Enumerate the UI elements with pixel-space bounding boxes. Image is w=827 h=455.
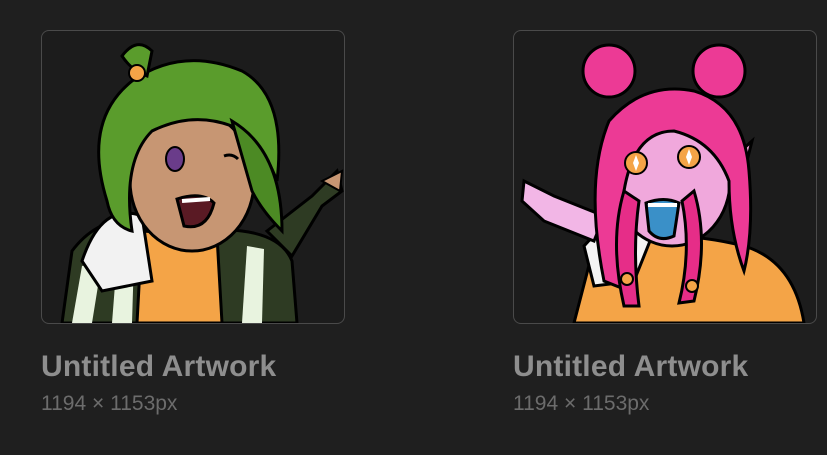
artwork-title[interactable]: Untitled Artwork — [41, 350, 345, 384]
artwork-gallery: Untitled Artwork 1194 × 1153px Untitled … — [0, 0, 827, 455]
artwork-title[interactable]: Untitled Artwork — [513, 350, 817, 384]
artwork-thumbnail[interactable] — [513, 30, 817, 324]
pink-haired-character-illustration — [520, 43, 806, 323]
artwork-dimensions: 1194 × 1153px — [41, 392, 178, 415]
artwork-tile[interactable]: Untitled Artwork 1194 × 1153px — [513, 30, 817, 416]
artwork-thumbnail[interactable] — [41, 30, 345, 324]
green-haired-character-illustration — [60, 43, 344, 323]
artwork-tile[interactable]: Untitled Artwork 1194 × 1153px — [41, 30, 345, 416]
artwork-dimensions: 1194 × 1153px — [513, 392, 650, 415]
